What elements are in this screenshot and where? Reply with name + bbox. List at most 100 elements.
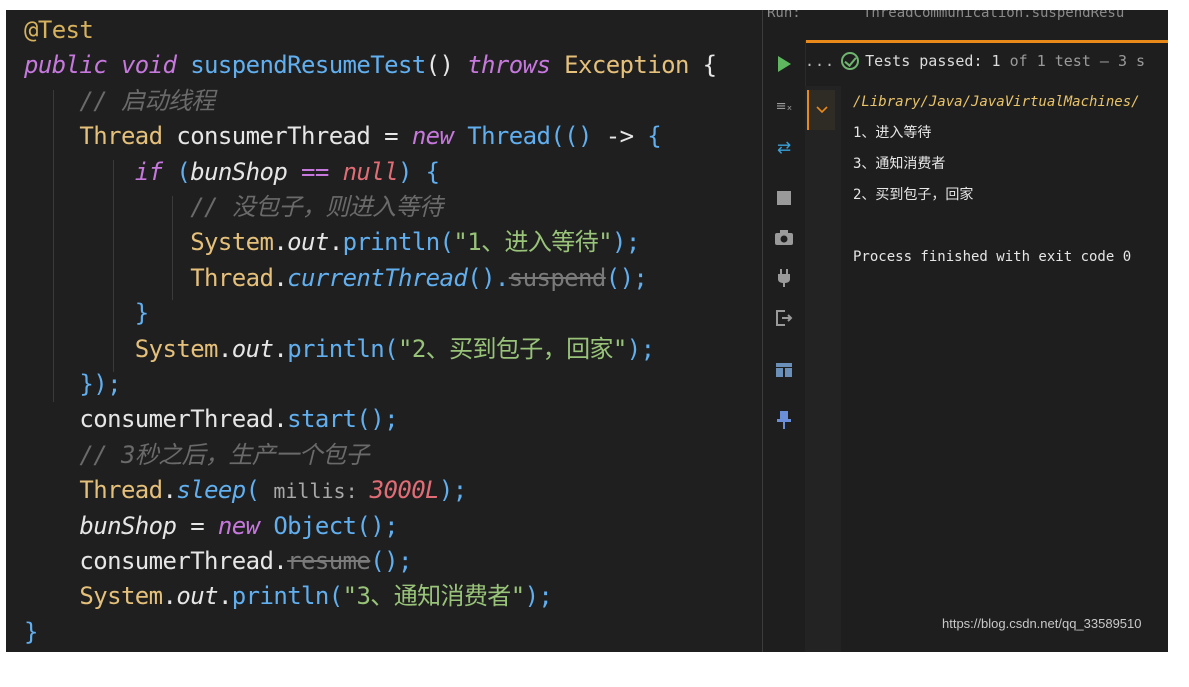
code-token: resume [287, 547, 371, 575]
code-token: System [134, 334, 219, 363]
status-prefix: Tests passed: [865, 52, 992, 70]
code-token: Thread [79, 122, 177, 151]
code-token: consumerThread [79, 405, 274, 434]
stop-icon[interactable] [772, 186, 796, 210]
code-token: out [231, 334, 274, 363]
ide-screenshot: @Test public void suspendResumeTest() thr… [6, 10, 1168, 652]
code-line[interactable]: }); [24, 367, 121, 401]
code-token: 3000L [369, 476, 440, 505]
code-line[interactable]: } [24, 615, 38, 649]
code-token: "3、通知消费者" [342, 582, 526, 611]
code-token: consumerThread [79, 547, 274, 575]
code-token: // 启动线程 [79, 86, 215, 115]
code-token: new [411, 122, 468, 151]
code-token: (() [550, 122, 606, 151]
code-token: // 3秒之后，生产一个包子 [79, 440, 369, 469]
code-token: throws [467, 51, 565, 80]
code-token: suspend [508, 263, 607, 292]
code-token: . [273, 228, 288, 257]
code-token: out [176, 582, 218, 611]
code-line[interactable]: consumerThread.start(); [24, 402, 398, 436]
code-line[interactable]: Thread.currentThread().suspend(); [24, 261, 648, 295]
code-token: . [217, 334, 232, 363]
code-line[interactable]: System.out.println("3、通知消费者"); [24, 579, 552, 613]
code-line[interactable]: public void suspendResumeTest() throws E… [24, 48, 717, 82]
code-line[interactable]: if (bunShop == null) { [24, 155, 440, 189]
code-token: . [162, 582, 177, 611]
run-config-tab[interactable]: ThreadCommunication.suspendResu [863, 10, 1124, 22]
code-token: Exception [564, 51, 703, 80]
code-token: . [273, 405, 288, 434]
code-token: Thread [467, 122, 551, 151]
code-token: -> [605, 122, 648, 151]
camera-icon[interactable] [772, 226, 796, 250]
code-token: millis: [273, 479, 370, 504]
plug-icon[interactable] [772, 266, 796, 290]
code-token: ); [611, 228, 640, 257]
code-token: (); [605, 263, 648, 292]
code-token: bunShop [190, 157, 302, 186]
code-token: suspendResumeTest [190, 51, 426, 80]
status-count: 1 [991, 52, 1001, 70]
code-token: consumerThread [176, 122, 385, 151]
output-line: 3、通知消费者 [853, 156, 946, 172]
code-line[interactable]: @Test [24, 13, 94, 47]
clear-filter-icon[interactable]: ≡ₓ [772, 94, 796, 118]
code-token: System [190, 228, 274, 257]
code-token: Object [273, 511, 357, 540]
chevron-down-icon[interactable] [807, 90, 835, 130]
code-token: bunShop [79, 511, 191, 540]
code-token: }); [79, 370, 121, 398]
code-token: sleep [176, 476, 246, 505]
code-token: () [425, 51, 468, 80]
code-token: . [217, 582, 232, 611]
code-line[interactable]: // 启动线程 [24, 84, 215, 118]
check-icon [841, 52, 860, 70]
code-line[interactable]: } [24, 296, 149, 330]
code-token: ( [245, 476, 274, 505]
code-token: println [342, 228, 441, 257]
code-token: (); [370, 547, 412, 575]
status-time: – 3 s [1090, 52, 1146, 70]
code-line[interactable]: System.out.println("1、进入等待"); [24, 225, 640, 259]
code-editor[interactable]: @Test public void suspendResumeTest() thr… [6, 10, 762, 652]
run-label: Run: [767, 10, 801, 21]
run-icon[interactable] [772, 52, 796, 76]
rerun-icon[interactable]: ⇄ [772, 136, 796, 160]
layout-icon[interactable] [772, 358, 796, 382]
code-line[interactable]: Thread.sleep( millis: 3000L); [24, 473, 467, 507]
code-line[interactable]: // 3秒之后，生产一个包子 [24, 438, 369, 472]
code-line[interactable]: // 没包子，则进入等待 [24, 190, 443, 224]
code-line[interactable]: consumerThread.resume(); [24, 544, 412, 578]
code-token: currentThread [287, 263, 468, 292]
code-line[interactable]: System.out.println("2、买到包子，回家"); [24, 332, 655, 366]
code-token: (); [356, 511, 398, 540]
exit-icon[interactable] [772, 306, 796, 330]
code-token: = [190, 511, 218, 540]
code-token: ) { [397, 157, 440, 186]
code-line[interactable]: Thread consumerThread = new Thread(() ->… [24, 119, 661, 153]
code-token: println [287, 334, 385, 363]
code-token: null [342, 157, 399, 186]
code-token: } [24, 617, 38, 646]
code-line[interactable]: bunShop = new Object(); [24, 509, 398, 543]
pin-icon[interactable] [772, 408, 796, 432]
status-total: 1 test [1036, 52, 1091, 70]
code-token: . [162, 476, 177, 505]
code-token: void [120, 51, 191, 80]
code-token: ); [626, 334, 655, 363]
run-tool-window: Run: ThreadCommunication.suspendResu ≡ₓ … [762, 10, 1168, 652]
more-icon[interactable]: ... [805, 52, 835, 70]
watermark: https://blog.csdn.net/qq_33589510 [942, 616, 1142, 631]
code-token: "1、进入等待" [453, 228, 612, 257]
